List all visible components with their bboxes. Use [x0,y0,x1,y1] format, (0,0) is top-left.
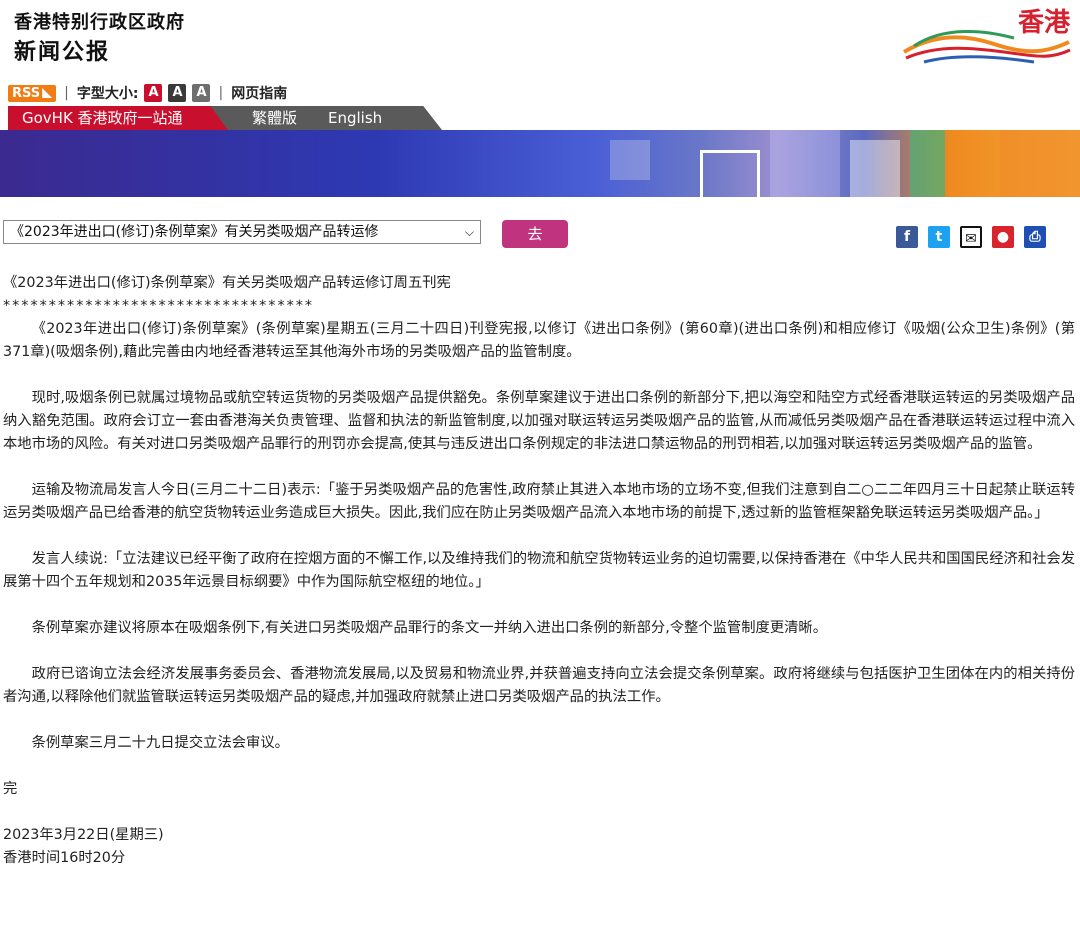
article-paragraph: 现时,吸烟条例已就属过境物品或航空转运货物的另类吸烟产品提供豁免。条例草案建议于… [3,390,1075,452]
font-size-small-button[interactable]: A [144,84,163,102]
facebook-icon[interactable]: f [896,226,918,248]
press-release-dropdown[interactable]: 《2023年进出口(修订)条例草案》有关另类吸烟产品转运修 ⌵ [3,220,481,244]
site-subtitle[interactable]: 新闻公报 [14,34,110,66]
article-paragraph: 条例草案三月二十九日提交立法会审议。 [31,735,289,751]
rss-label: RSS [12,85,41,101]
traditional-chinese-link[interactable]: 繁體版 [252,106,297,130]
font-size-label: 字型大小: [76,86,139,102]
site-name[interactable]: 香港特别行政区政府 [14,8,185,34]
chevron-down-icon: ⌵ [464,225,474,239]
brand-logo-text: 香港 [1017,8,1070,38]
nav-background [208,106,442,130]
article-paragraph: 政府已谘询立法会经济发展事务委员会、香港物流发展局,以及贸易和物流业界,并获普遍… [3,666,1075,705]
print-icon[interactable]: ⎙ [1024,226,1046,248]
separator: | [218,85,224,101]
utility-bar: RSS | 字型大小: A A A | 网页指南 [8,82,287,104]
rss-icon [42,88,53,98]
article-paragraph: 条例草案亦建议将原本在吸烟条例下,有关进口另类吸烟产品罪行的条文一并纳入进出口条… [31,620,828,636]
dropdown-selected-value: 《2023年进出口(修订)条例草案》有关另类吸烟产品转运修 [10,224,379,240]
site-header: 香港特别行政区政府 新闻公报 香港 [0,0,1080,80]
english-link[interactable]: English [328,106,382,130]
article-paragraph: 《2023年进出口(修订)条例草案》(条例草案)星期五(三月二十四日)刊登宪报,… [3,321,1075,360]
article-time: 香港时间16时20分 [3,850,126,866]
article-paragraph: 发言人续说:「立法建议已经平衡了政府在控烟方面的不懈工作,以及维持我们的物流和航… [3,551,1075,590]
font-size-medium-button[interactable]: A [168,84,187,102]
article-date: 2023年3月22日(星期三) [3,827,164,843]
govhk-link[interactable]: GovHK 香港政府一站通 [8,106,228,130]
separator: | [64,85,69,101]
go-button[interactable]: 去 [502,220,568,248]
weibo-icon[interactable]: ● [992,226,1014,248]
share-toolbar: f t ✉ ● ⎙ [896,226,1046,248]
web-guide-link[interactable]: 网页指南 [231,83,287,103]
header-banner [0,130,1080,197]
title-separator: ********************************** [3,298,315,314]
email-icon[interactable]: ✉ [960,226,982,248]
font-size-large-button[interactable]: A [192,84,211,102]
article-end-mark: 完 [3,781,18,797]
press-release-article: 《2023年进出口(修订)条例草案》有关另类吸烟产品转运修订周五刊宪 *****… [3,272,1075,870]
twitter-icon[interactable]: t [928,226,950,248]
article-title: 《2023年进出口(修订)条例草案》有关另类吸烟产品转运修订周五刊宪 [3,275,451,291]
rss-button[interactable]: RSS [8,84,57,102]
top-nav: GovHK 香港政府一站通 繁體版 English [8,106,442,130]
article-paragraph: 运输及物流局发言人今日(三月二十二日)表示:「鉴于另类吸烟产品的危害性,政府禁止… [3,482,1075,521]
